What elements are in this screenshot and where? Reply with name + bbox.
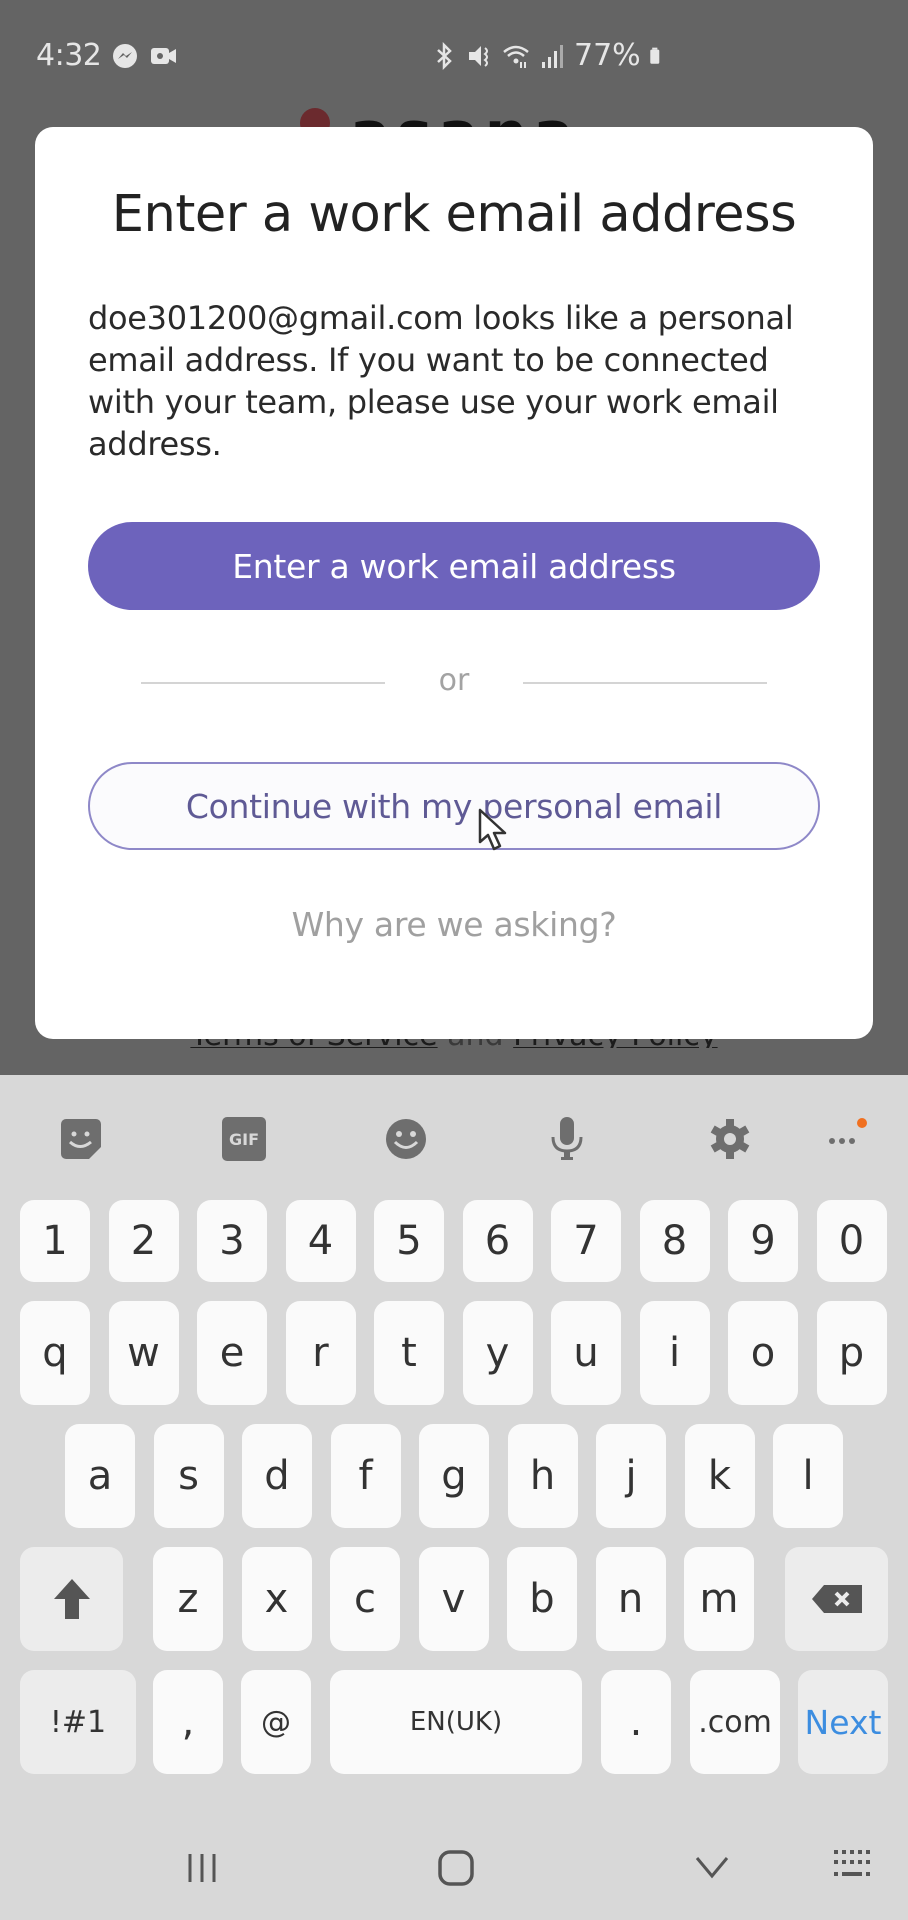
- wifi-icon: [503, 45, 529, 68]
- keyboard-toolbar: GIF: [0, 1075, 908, 1200]
- shift-icon: [53, 1579, 90, 1619]
- shift-key[interactable]: [20, 1547, 123, 1651]
- why-are-we-asking-link[interactable]: Why are we asking?: [35, 905, 873, 944]
- key-b[interactable]: b: [507, 1547, 577, 1651]
- battery-percent: 77%: [574, 38, 641, 73]
- symbols-key[interactable]: !#1: [20, 1670, 136, 1774]
- gif-label: GIF: [228, 1129, 259, 1149]
- microphone-icon[interactable]: [545, 1117, 589, 1161]
- key-8[interactable]: 8: [639, 1200, 710, 1282]
- key-6[interactable]: 6: [462, 1200, 533, 1282]
- period-key[interactable]: .: [601, 1670, 671, 1774]
- key-f[interactable]: f: [330, 1424, 401, 1528]
- key-g[interactable]: g: [419, 1424, 489, 1528]
- dialog-title: Enter a work email address: [111, 185, 797, 244]
- key-q[interactable]: q: [20, 1301, 90, 1405]
- settings-icon[interactable]: [708, 1117, 752, 1161]
- key-x[interactable]: x: [241, 1547, 312, 1651]
- next-key[interactable]: Next: [798, 1670, 888, 1774]
- key-i[interactable]: i: [639, 1301, 710, 1405]
- keyboard-switch-icon[interactable]: [832, 1848, 874, 1884]
- key-n[interactable]: n: [595, 1547, 666, 1651]
- key-1[interactable]: 1: [20, 1200, 90, 1282]
- key-3[interactable]: 3: [197, 1200, 267, 1282]
- signal-icon: [542, 44, 563, 68]
- key-r[interactable]: r: [285, 1301, 356, 1405]
- on-screen-keyboard: GIF 1234567890 qwertyuiop asdfghjkl zxcvbnm…: [0, 1075, 908, 1920]
- key-z[interactable]: z: [153, 1547, 223, 1651]
- continue-personal-email-button[interactable]: Continue with my personal email: [88, 762, 820, 850]
- at-key[interactable]: @: [241, 1670, 311, 1774]
- divider-or-label: or: [438, 663, 470, 698]
- key-c[interactable]: c: [330, 1547, 400, 1651]
- key-s[interactable]: s: [153, 1424, 224, 1528]
- key-m[interactable]: m: [684, 1547, 754, 1651]
- divider-right: [523, 682, 767, 684]
- sticker-icon[interactable]: [59, 1117, 103, 1161]
- key-u[interactable]: u: [551, 1301, 621, 1405]
- vibrate-icon: [469, 45, 488, 67]
- status-bar: 4:32 77%: [0, 0, 908, 110]
- key-9[interactable]: 9: [728, 1200, 798, 1282]
- dotcom-key[interactable]: .com: [690, 1670, 780, 1774]
- key-0[interactable]: 0: [816, 1200, 887, 1282]
- bluetooth-icon: [437, 41, 452, 70]
- mouse-cursor-icon: [478, 808, 507, 851]
- key-k[interactable]: k: [684, 1424, 755, 1528]
- more-icon[interactable]: [826, 1117, 870, 1161]
- status-left: 4:32: [36, 38, 177, 73]
- key-l[interactable]: l: [773, 1424, 843, 1528]
- video-call-icon: [151, 47, 177, 64]
- key-d[interactable]: d: [242, 1424, 312, 1528]
- home-icon[interactable]: [436, 1848, 476, 1888]
- emoji-icon[interactable]: [384, 1117, 428, 1161]
- key-5[interactable]: 5: [374, 1200, 444, 1282]
- backspace-icon: [811, 1585, 862, 1613]
- key-t[interactable]: t: [374, 1301, 444, 1405]
- status-right: 77%: [430, 38, 667, 73]
- key-j[interactable]: j: [596, 1424, 666, 1528]
- space-key[interactable]: EN(UK): [330, 1670, 582, 1774]
- key-h[interactable]: h: [507, 1424, 578, 1528]
- back-icon[interactable]: [694, 1854, 730, 1880]
- key-a[interactable]: a: [65, 1424, 135, 1528]
- key-v[interactable]: v: [418, 1547, 489, 1651]
- key-2[interactable]: 2: [108, 1200, 179, 1282]
- recent-apps-icon[interactable]: [184, 1850, 220, 1886]
- key-p[interactable]: p: [816, 1301, 887, 1405]
- key-w[interactable]: w: [108, 1301, 179, 1405]
- key-4[interactable]: 4: [285, 1200, 356, 1282]
- dialog-message: doe301200@gmail.com looks like a persona…: [88, 299, 794, 463]
- key-7[interactable]: 7: [551, 1200, 621, 1282]
- backspace-key[interactable]: [785, 1547, 888, 1651]
- enter-work-email-button[interactable]: Enter a work email address: [88, 522, 820, 610]
- comma-key[interactable]: ,: [153, 1670, 223, 1774]
- key-o[interactable]: o: [728, 1301, 798, 1405]
- battery-icon: [649, 47, 659, 64]
- key-y[interactable]: y: [462, 1301, 533, 1405]
- messenger-icon: [113, 43, 138, 68]
- system-navbar: [0, 1820, 908, 1920]
- gif-icon[interactable]: GIF: [222, 1117, 266, 1161]
- clock: 4:32: [36, 38, 102, 73]
- work-email-dialog: Enter a work email address doe301200@gma…: [35, 127, 873, 1039]
- key-e[interactable]: e: [197, 1301, 267, 1405]
